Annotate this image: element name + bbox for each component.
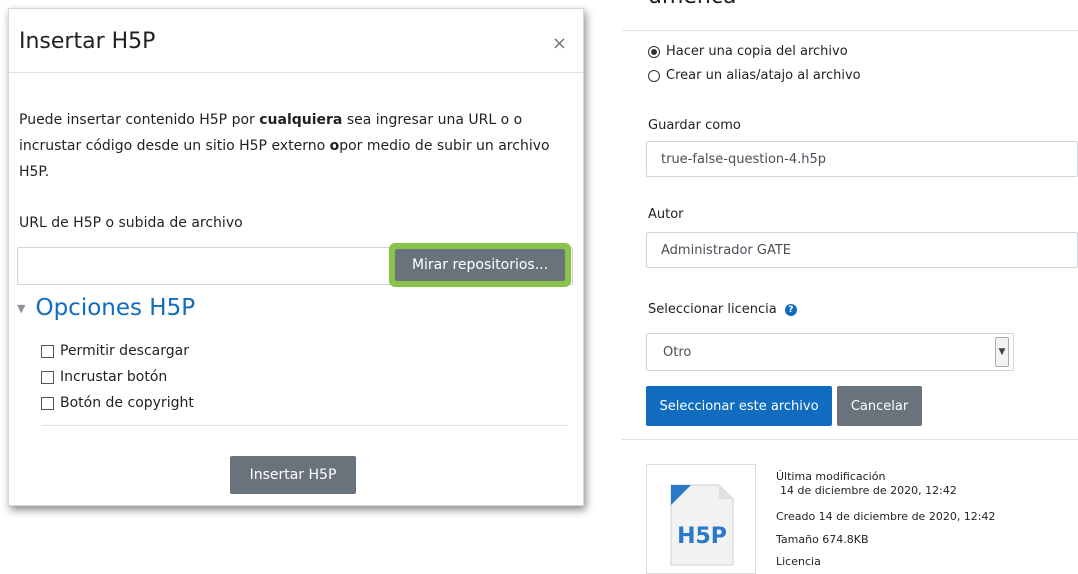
license-info-label: Licencia [776,555,821,568]
radio-label: Hacer una copia del archivo [666,44,848,59]
license-select-value: Otro [663,345,692,360]
license-select[interactable]: Otro ▼ [646,333,1014,371]
save-as-input[interactable]: true-false-question-4.h5p [646,141,1078,177]
checkbox[interactable] [41,370,54,384]
panel-header-fragment: uméncá [648,0,736,9]
divider [42,425,568,426]
option-label: Permitir descargar [60,343,189,359]
divider [622,30,1078,31]
browse-repositories-button[interactable]: Mirar repositorios... [395,249,565,281]
help-icon[interactable]: ? [784,303,797,316]
browse-button-highlight: Mirar repositorios... [389,243,571,287]
insert-h5p-dialog: Insertar H5P × Puede insertar contenido … [8,8,584,506]
option-copyright-button[interactable]: Botón de copyright [41,395,194,411]
radio-make-copy[interactable]: Hacer una copia del archivo [648,44,848,59]
dialog-description: Puede insertar contenido H5P por cualqui… [19,107,567,185]
dialog-title: Insertar H5P [19,29,156,54]
option-allow-download[interactable]: Permitir descargar [41,343,189,359]
checkbox[interactable] [41,396,54,410]
option-embed-button[interactable]: Incrustar botón [41,369,167,385]
divider [622,439,1078,440]
license-label-row: Seleccionar licencia ? [648,302,797,317]
description-text-1: Puede insertar contenido H5P por [19,112,260,128]
author-label: Autor [648,207,684,222]
save-as-label: Guardar como [648,118,741,133]
modified-label: Última modificación [776,470,886,483]
chevron-down-icon[interactable]: ▼ [995,337,1009,367]
close-icon[interactable]: × [552,35,567,53]
description-bold-1: cualquiera [259,112,343,128]
modified-value: 14 de diciembre de 2020, 12:42 [780,484,957,497]
h5p-file-icon: H5P [670,484,734,566]
radio-label: Crear un alias/atajo al archivo [666,68,861,83]
file-thumbnail: H5P [646,464,756,574]
select-file-button[interactable]: Seleccionar este archivo [646,386,832,426]
description-bold-2: o [329,138,340,154]
option-label: Incrustar botón [60,369,168,385]
caret-down-icon: ▼ [17,301,26,315]
license-label: Seleccionar licencia [648,302,777,317]
radio-create-alias[interactable]: Crear un alias/atajo al archivo [648,68,861,83]
radio-button[interactable] [648,45,660,58]
h5p-options-title: Opciones H5P [35,295,196,321]
url-label: URL de H5P o subida de archivo [19,215,243,231]
dialog-header: Insertar H5P × [9,9,583,73]
insert-h5p-button[interactable]: Insertar H5P [230,456,356,494]
author-input[interactable]: Administrador GATE [646,232,1078,268]
option-label: Botón de copyright [60,395,194,411]
radio-button[interactable] [648,69,660,82]
size-info: Tamaño 674.8KB [776,533,869,546]
created-info: Creado 14 de diciembre de 2020, 12:42 [776,510,996,523]
cancel-button[interactable]: Cancelar [837,386,922,426]
h5p-logo-text: H5P [677,524,727,549]
checkbox[interactable] [41,344,54,358]
h5p-options-toggle[interactable]: ▼ Opciones H5P [17,295,195,321]
